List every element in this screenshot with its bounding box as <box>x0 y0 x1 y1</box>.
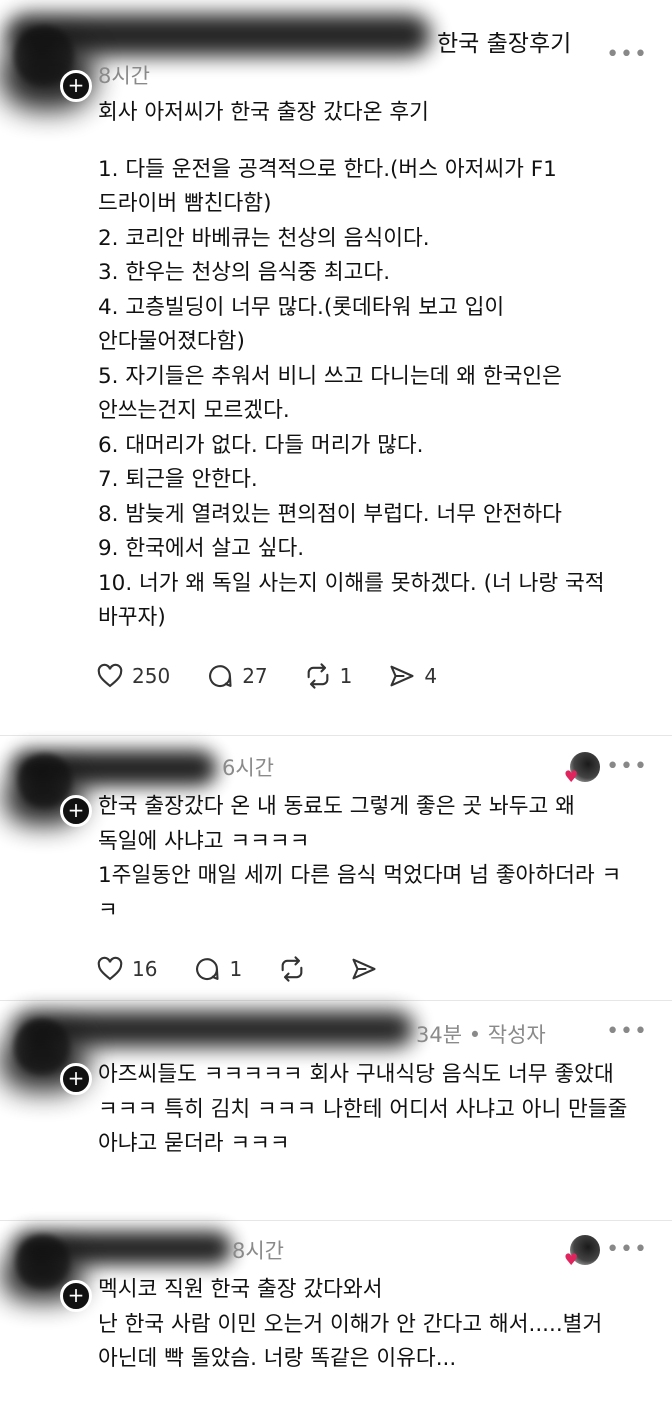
post-3: + 34분 • 작성자 ••• 아즈씨들도 ㅋㅋㅋㅋㅋ 회사 구내식당 음식도 … <box>0 1005 672 1200</box>
divider <box>0 1220 672 1221</box>
divider <box>0 1000 672 1001</box>
post-4: + 8시간 ♥ ••• 멕시코 직원 한국 출장 갔다와서 난 한국 사람 이민… <box>0 1225 672 1407</box>
comment-icon <box>209 665 232 688</box>
heart-icon <box>97 663 123 688</box>
like-button[interactable]: 16 <box>96 955 157 983</box>
post-body: 회사 아저씨가 한국 출장 갔다온 후기 1. 다들 운전을 공격적으로 한다.… <box>98 96 653 636</box>
post-line: 9. 한국에서 살고 싶다. <box>98 536 305 561</box>
post-line: 6. 대머리가 없다. 다들 머리가 많다. <box>98 432 424 458</box>
post-line: 4. 고층빌딩이 너무 많다.(롯데타워 보고 입이 <box>98 294 505 320</box>
more-icon[interactable]: ••• <box>606 42 648 67</box>
comment-body: 멕시코 직원 한국 출장 갔다와서 난 한국 사람 이민 오는거 이해가 안 간… <box>98 1273 653 1377</box>
more-icon[interactable]: ••• <box>606 754 648 779</box>
liked-heart-icon: ♥ <box>564 1250 579 1269</box>
post-title-fragment: 한국 출장후기 <box>437 31 572 57</box>
divider <box>0 735 672 736</box>
comment-body: 아즈씨들도 ㅋㅋㅋㅋㅋ 회사 구내식당 음식도 너무 좋았대 ㅋㅋㅋ 특히 김치… <box>98 1058 653 1162</box>
follow-plus-icon[interactable]: + <box>60 1063 92 1095</box>
post-1: + 한국 출장후기 8시간 ••• 회사 아저씨가 한국 출장 갔다온 후기 1… <box>0 0 672 720</box>
comment-line: 난 한국 사람 이민 오는거 이해가 안 간다고 해서.....별거 <box>98 1311 603 1337</box>
more-icon[interactable]: ••• <box>606 1019 648 1044</box>
comment-button[interactable]: 1 <box>193 955 242 983</box>
comment-count: 27 <box>242 664 268 688</box>
post-line: 2. 코리안 바베큐는 천상의 음식이다. <box>98 225 430 251</box>
action-bar: 16 1 <box>96 955 422 983</box>
comment-time: 6시간 <box>222 756 275 780</box>
more-icon[interactable]: ••• <box>606 1237 648 1262</box>
repost-icon <box>281 956 303 982</box>
post-line: 1. 다들 운전을 공격적으로 한다.(버스 아저씨가 F1 <box>98 156 557 182</box>
follow-plus-icon[interactable]: + <box>60 795 92 827</box>
comment-line: 아닌데 빡 돌았슴. 너랑 똑같은 이유다... <box>98 1346 457 1371</box>
comment-line: 1주일동안 매일 세끼 다른 음식 먹었다며 넘 좋아하더라 ㅋ <box>98 863 622 888</box>
action-bar: 250 27 1 4 <box>96 662 473 690</box>
comment-button[interactable]: 27 <box>206 662 268 690</box>
repost-button[interactable]: 1 <box>304 662 353 690</box>
post-line: 7. 퇴근을 안한다. <box>98 467 258 492</box>
post-time: 8시간 <box>98 64 151 88</box>
repost-button[interactable] <box>278 955 314 983</box>
post-line: 안쓰는건지 모르겠다. <box>98 398 290 423</box>
post-line: 10. 너가 왜 독일 사는지 이해를 못하겠다. (너 나랑 국적 <box>98 570 605 596</box>
like-count: 16 <box>132 957 158 981</box>
share-icon <box>390 665 414 687</box>
post-line: 회사 아저씨가 한국 출장 갔다온 후기 <box>98 100 429 125</box>
post-line: 드라이버 빰친다함) <box>98 191 272 216</box>
share-button[interactable]: 4 <box>388 662 437 690</box>
post-line: 3. 한우는 천상의 음식중 최고다. <box>98 260 391 285</box>
follow-plus-icon[interactable]: + <box>60 1280 92 1312</box>
share-count: 4 <box>424 664 438 688</box>
comment-line: ㅋ <box>98 897 118 923</box>
post-line: 8. 밤늦게 열려있는 편의점이 부럽다. 너무 안전하다 <box>98 501 562 527</box>
like-button[interactable]: 250 <box>96 662 170 690</box>
comment-line: 한국 출장갔다 온 내 동료도 그렇게 좋은 곳 놔두고 왜 <box>98 794 575 819</box>
comment-time: 8시간 <box>232 1239 285 1263</box>
comment-icon <box>196 958 220 981</box>
post-line: 5. 자기들은 추워서 비니 쓰고 다니는데 왜 한국인은 <box>98 363 562 389</box>
comment-line: 아냐고 묻더라 ㅋㅋㅋ <box>98 1131 290 1156</box>
liked-heart-icon: ♥ <box>564 767 579 786</box>
share-button[interactable] <box>350 955 386 983</box>
comment-line: 멕시코 직원 한국 출장 갔다와서 <box>98 1277 383 1302</box>
post-line <box>98 131 653 153</box>
repost-icon <box>307 663 329 689</box>
share-icon <box>352 958 376 980</box>
like-count: 250 <box>132 664 171 688</box>
comment-line: 아즈씨들도 ㅋㅋㅋㅋㅋ 회사 구내식당 음식도 너무 좋았대 <box>98 1062 614 1087</box>
comment-line: 독일에 사냐고 ㅋㅋㅋㅋ <box>98 828 310 854</box>
comment-time: 34분 • 작성자 <box>416 1023 546 1047</box>
comment-count: 1 <box>229 957 243 981</box>
post-2: + 6시간 ♥ ••• 한국 출장갔다 온 내 동료도 그렇게 좋은 곳 놔두고… <box>0 740 672 990</box>
post-line: 바꾸자) <box>98 605 166 630</box>
comment-body: 한국 출장갔다 온 내 동료도 그렇게 좋은 곳 놔두고 왜 독일에 사냐고 ㅋ… <box>98 790 653 928</box>
post-line: 안다물어졌다함) <box>98 329 245 354</box>
heart-icon <box>97 956 123 981</box>
repost-count: 1 <box>339 664 353 688</box>
follow-plus-icon[interactable]: + <box>60 70 92 102</box>
comment-line: ㅋㅋㅋ 특히 김치 ㅋㅋㅋ 나한테 어디서 사냐고 아니 만들줄 <box>98 1096 628 1122</box>
